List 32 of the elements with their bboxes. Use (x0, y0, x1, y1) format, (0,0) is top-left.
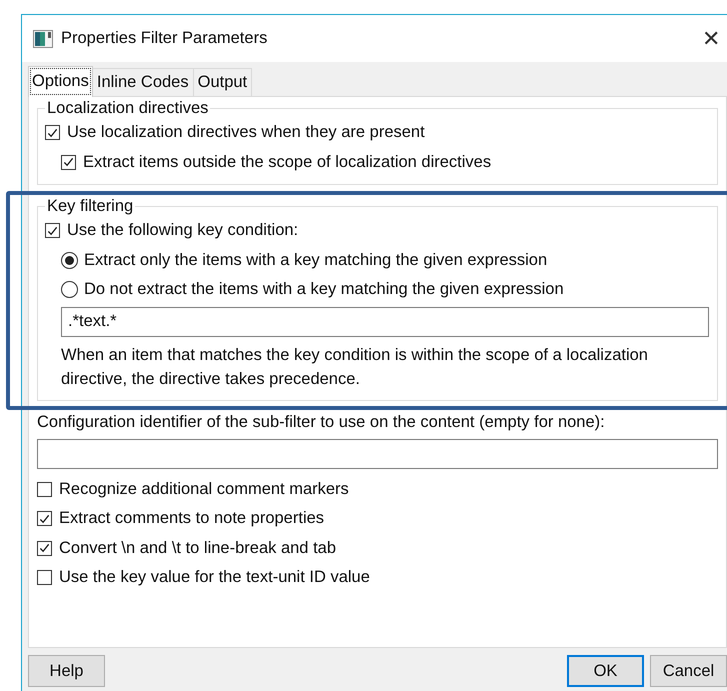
checkbox-label: Recognize additional comment markers (59, 480, 349, 499)
input-field[interactable] (37, 438, 718, 468)
checkbox[interactable] (37, 511, 52, 526)
radio-button[interactable] (61, 281, 78, 298)
checkbox[interactable] (37, 482, 52, 497)
checkbox-label: Use the key value for the text-unit ID value (59, 568, 370, 588)
group-title: Localization directives (46, 99, 210, 118)
field-label: Configuration identifier of the sub-filter to use on the content (empty for none): (37, 412, 606, 432)
window-icon (33, 30, 53, 48)
checkbox[interactable] (37, 540, 52, 556)
checkbox-label: Extract comments to note properties (59, 509, 324, 528)
group-title: Key filtering (46, 197, 134, 216)
checkbox-label: Convert \n and \t to line-break and tab (59, 538, 336, 558)
checkbox-label: Extract items outside the scope of localization directives (83, 152, 492, 172)
dialog-button[interactable]: Help (28, 655, 105, 687)
dialog-button[interactable]: Cancel (650, 655, 727, 687)
checkbox-label: Use the following key condition: (67, 221, 298, 240)
input-field[interactable]: .*text.* (61, 306, 709, 336)
window-title: Properties Filter Parameters (61, 29, 268, 48)
dialog-button[interactable]: OK (567, 655, 644, 687)
checkbox-label: Use localization directives when they are present (67, 123, 425, 142)
radio-label: Extract only the items with a key matching the given expression (84, 250, 548, 270)
radio-button[interactable] (61, 252, 78, 269)
close-button[interactable]: ✕ (702, 28, 720, 50)
note-text: When an item that matches the key condition is within the scope of a localization directive, the directive takes precedence. (61, 344, 649, 390)
checkbox[interactable] (37, 570, 52, 586)
checkbox[interactable] (45, 125, 60, 140)
tab[interactable]: Output (192, 68, 252, 96)
tab[interactable]: Options (28, 66, 93, 97)
radio-label: Do not extract the items with a key matching the given expression (84, 280, 564, 300)
checkbox[interactable] (45, 223, 60, 238)
checkbox[interactable] (61, 154, 76, 170)
